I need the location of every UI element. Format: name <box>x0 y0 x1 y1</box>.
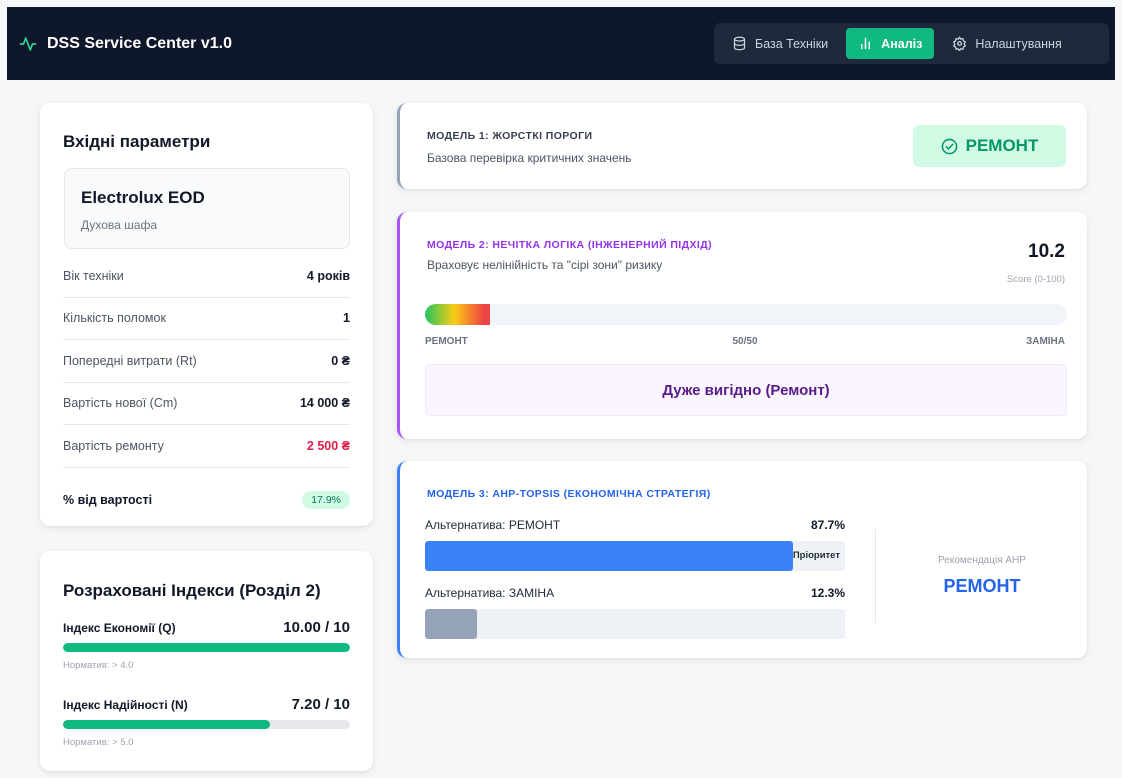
brand: DSS Service Center v1.0 <box>19 7 232 80</box>
param-label: Вартість нової (Cm) <box>63 396 178 411</box>
index-progress-fill <box>63 720 270 729</box>
fuzzy-verdict: Дуже вигідно (Ремонт) <box>425 364 1067 416</box>
app-header: DSS Service Center v1.0 База Техніки Ана… <box>7 7 1115 80</box>
model2-card: МОДЕЛЬ 2: НЕЧІТКА ЛОГІКА (ІНЖЕНЕРНИЙ ПІД… <box>397 212 1087 439</box>
priority-tag: Пріоритет <box>792 550 840 561</box>
scale-right-label: ЗАМІНА <box>1025 336 1065 347</box>
device-summary: Electrolux EOD Духова шафа <box>64 168 350 249</box>
check-circle-icon <box>941 138 957 154</box>
model3-card: МОДЕЛЬ 3: AHP-TOPSIS (ЕКОНОМІЧНА СТРАТЕГ… <box>397 461 1087 658</box>
card-title: Вхідні параметри <box>63 132 211 151</box>
database-icon <box>733 36 746 51</box>
param-row: Вартість ремонту 2 500 ₴ <box>63 425 350 468</box>
param-label: Вік техніки <box>63 268 124 283</box>
index-norm: Норматив: > 4.0 <box>63 660 134 671</box>
nav-analysis[interactable]: Аналіз <box>846 28 935 59</box>
app-title: DSS Service Center v1.0 <box>47 34 232 52</box>
param-value: 0 ₴ <box>331 353 350 368</box>
model1-result-badge: РЕМОНТ <box>913 125 1066 167</box>
nav-settings[interactable]: Налаштування <box>940 28 1073 59</box>
nav-label: База Техніки <box>755 36 829 51</box>
repair-cost-value: 2 500 ₴ <box>306 438 350 453</box>
param-label: Кількість поломок <box>63 311 166 326</box>
device-type: Духова шафа <box>81 218 158 232</box>
fuzzy-score-bar <box>425 304 1067 325</box>
param-value: 1 <box>343 311 350 326</box>
alternative-percent: 12.3% <box>810 586 845 600</box>
fuzzy-score-fill <box>425 304 491 325</box>
fuzzy-score: 10.2 <box>1028 241 1065 262</box>
nav-label: Аналіз <box>881 36 923 51</box>
input-params-card: Вхідні параметри Electrolux EOD Духова ш… <box>40 103 373 526</box>
param-row: Кількість поломок 1 <box>63 298 350 340</box>
index-progress <box>63 720 350 729</box>
index-value: 7.20 / 10 <box>291 696 350 713</box>
alternative-bar-fill <box>425 609 477 639</box>
bar-chart-icon <box>861 37 871 50</box>
model-title: МОДЕЛЬ 3: AHP-TOPSIS (ЕКОНОМІЧНА СТРАТЕГ… <box>427 488 711 500</box>
activity-icon <box>19 36 37 51</box>
alternative-label: Альтернатива: РЕМОНТ <box>425 518 561 532</box>
index-value: 10.00 / 10 <box>283 619 350 636</box>
param-value: 4 років <box>306 268 350 283</box>
alternative-percent: 87.7% <box>810 518 845 532</box>
scale-mid-label: 50/50 <box>732 336 758 347</box>
index-economy: Індекс Економії (Q) 10.00 / 10 Норматив:… <box>63 619 350 671</box>
alternative-bar: Пріоритет <box>425 541 845 571</box>
model-subtitle: Базова перевірка критичних значень <box>427 151 632 165</box>
model-title: МОДЕЛЬ 1: ЖОРСТКІ ПОРОГИ <box>427 130 593 142</box>
index-norm: Норматив: > 5.0 <box>63 737 134 748</box>
gear-icon <box>953 36 967 51</box>
model1-card: МОДЕЛЬ 1: ЖОРСТКІ ПОРОГИ Базова перевірк… <box>397 103 1087 189</box>
alternative-repair: Альтернатива: РЕМОНТ 87.7% Пріоритет <box>425 518 845 571</box>
percent-label: % від вартості <box>63 492 153 507</box>
index-label: Індекс Економії (Q) <box>63 621 176 635</box>
main-nav: База Техніки Аналіз Налаштування <box>714 23 1109 64</box>
param-label: Попередні витрати (Rt) <box>63 353 197 368</box>
indices-card: Розраховані Індекси (Розділ 2) Індекс Ек… <box>40 551 373 771</box>
index-label: Індекс Надійності (N) <box>63 698 188 712</box>
device-name: Electrolux EOD <box>81 188 205 207</box>
result-label: РЕМОНТ <box>965 136 1039 155</box>
index-progress-fill <box>63 643 350 652</box>
recommendation-value: РЕМОНТ <box>943 576 1021 596</box>
percent-row: % від вартості 17.9% <box>63 468 350 532</box>
score-caption: Score (0-100) <box>1006 274 1065 285</box>
param-row: Вік техніки 4 років <box>63 255 350 298</box>
param-value: 14 000 ₴ <box>299 396 350 411</box>
alternative-label: Альтернатива: ЗАМІНА <box>425 586 555 600</box>
param-label: Вартість ремонту <box>63 438 164 453</box>
param-row: Попередні витрати (Rt) 0 ₴ <box>63 340 350 383</box>
param-list: Вік техніки 4 років Кількість поломок 1 … <box>63 255 350 532</box>
index-reliability: Індекс Надійності (N) 7.20 / 10 Норматив… <box>63 696 350 748</box>
recommendation-caption: Рекомендація AHP <box>938 555 1026 566</box>
nav-equipment-db[interactable]: База Техніки <box>720 28 840 59</box>
alternative-bar-fill <box>425 541 794 571</box>
percent-badge: 17.9% <box>302 490 350 509</box>
index-progress <box>63 643 350 652</box>
alternative-replace: Альтернатива: ЗАМІНА 12.3% <box>425 586 845 639</box>
card-title: Розраховані Індекси (Розділ 2) <box>63 581 321 600</box>
model-title: МОДЕЛЬ 2: НЕЧІТКА ЛОГІКА (ІНЖЕНЕРНИЙ ПІД… <box>427 239 712 251</box>
nav-label: Налаштування <box>975 36 1062 51</box>
model-subtitle: Враховує нелінійність та "сірі зони" риз… <box>427 258 663 272</box>
param-row: Вартість нової (Cm) 14 000 ₴ <box>63 383 350 425</box>
alternative-bar <box>425 609 845 639</box>
